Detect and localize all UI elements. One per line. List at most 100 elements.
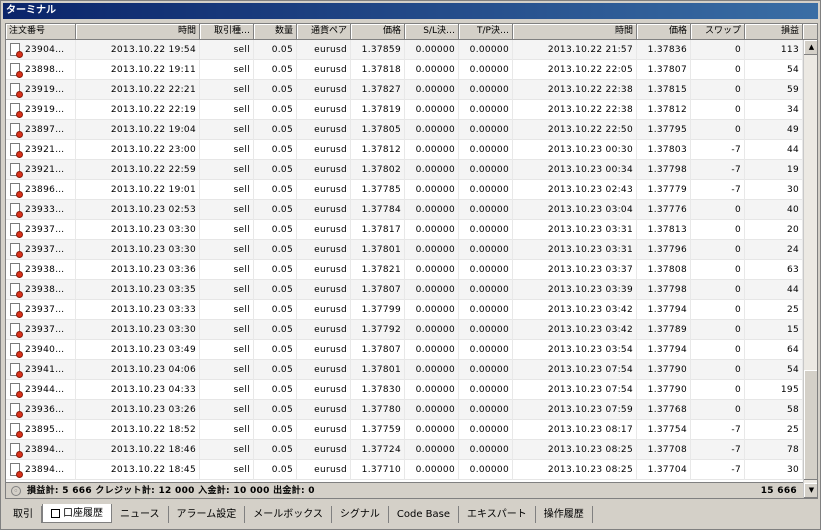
cell-value: 23941… (25, 365, 65, 375)
table-row[interactable]: 23941… 2013.10.23 04:06 sell 0.05 eurusd 1.37… (6, 360, 803, 380)
cell-open_time: 2013.10.22 23:00 (76, 140, 200, 160)
cell-symbol: eurusd (297, 40, 351, 60)
cell-value: 1.37830 (361, 385, 401, 395)
column-header-price[interactable]: 価格 (351, 24, 405, 40)
table-row[interactable]: 23904… 2013.10.22 19:54 sell 0.05 eurusd 1.37… (6, 40, 803, 60)
cell-profit: 54 (745, 360, 803, 380)
column-header-profit[interactable]: 損益 (745, 24, 803, 40)
cell-value: 0.00000 (469, 385, 509, 395)
cell-value: 0.00000 (415, 445, 455, 455)
cell-size: 0.05 (254, 440, 297, 460)
tab-0[interactable]: 取引 (5, 506, 42, 523)
table-row[interactable]: 23940… 2013.10.23 03:49 sell 0.05 eurusd 1.37… (6, 340, 803, 360)
cell-value: 1.37779 (647, 185, 687, 195)
cell-price: 1.37802 (351, 160, 405, 180)
cell-open_time: 2013.10.23 03:49 (76, 340, 200, 360)
closed-order-icon (10, 463, 23, 478)
table-row[interactable]: 23894… 2013.10.22 18:45 sell 0.05 eurusd 1.37… (6, 460, 803, 480)
scroll-down-button[interactable]: ▼ (804, 483, 817, 498)
cell-value: sell (233, 245, 250, 255)
table-row[interactable]: 23936… 2013.10.23 03:26 sell 0.05 eurusd 1.37… (6, 400, 803, 420)
tab-1[interactable]: 口座履歴 (42, 504, 112, 523)
cell-sl: 0.00000 (405, 280, 459, 300)
tab-label: 取引 (13, 509, 33, 520)
cell-value: 0 (734, 285, 741, 295)
table-row[interactable]: 23937… 2013.10.23 03:30 sell 0.05 eurusd 1.37… (6, 320, 803, 340)
cell-open_time: 2013.10.23 02:53 (76, 200, 200, 220)
table-row[interactable]: 23933… 2013.10.23 02:53 sell 0.05 eurusd 1.37… (6, 200, 803, 220)
cell-open_time: 2013.10.22 19:54 (76, 40, 200, 60)
column-header-symbol[interactable]: 通貨ペア (297, 24, 351, 40)
column-header-close_price[interactable]: 価格 (637, 24, 691, 40)
scroll-up-button[interactable]: ▲ (804, 40, 817, 55)
column-header-ticket[interactable]: 注文番号 (6, 24, 76, 40)
column-header-open_time[interactable]: 時間 (76, 24, 200, 40)
table-row[interactable]: 23938… 2013.10.23 03:35 sell 0.05 eurusd 1.37… (6, 280, 803, 300)
cell-open_time: 2013.10.22 18:52 (76, 420, 200, 440)
tab-3[interactable]: アラーム設定 (169, 506, 246, 523)
cell-value: 2013.10.23 03:36 (110, 265, 196, 275)
cell-value: 1.37815 (647, 85, 687, 95)
cell-value: 0.00000 (469, 405, 509, 415)
table-row[interactable]: 23921… 2013.10.22 22:59 sell 0.05 eurusd 1.37… (6, 160, 803, 180)
table-row[interactable]: 23894… 2013.10.22 18:46 sell 0.05 eurusd 1.37… (6, 440, 803, 460)
cell-price: 1.37859 (351, 40, 405, 60)
table-row[interactable]: 23895… 2013.10.22 18:52 sell 0.05 eurusd 1.37… (6, 420, 803, 440)
tab-8[interactable]: 操作履歴 (536, 506, 593, 523)
cell-value: 0.00000 (469, 245, 509, 255)
tab-4[interactable]: メールボックス (245, 506, 332, 523)
cell-value: 64 (786, 345, 799, 355)
cell-value: 2013.10.22 22:59 (110, 165, 196, 175)
cell-ticket: 23898… (6, 60, 76, 80)
column-header-sl[interactable]: S/L決… (405, 24, 459, 40)
table-row[interactable]: 23919… 2013.10.22 22:21 sell 0.05 eurusd 1.37… (6, 80, 803, 100)
cell-profit: 59 (745, 80, 803, 100)
cell-value: 0 (734, 305, 741, 315)
tab-7[interactable]: エキスパート (459, 506, 536, 523)
column-header-tp[interactable]: T/P決… (459, 24, 513, 40)
table-row[interactable]: 23938… 2013.10.23 03:36 sell 0.05 eurusd 1.37… (6, 260, 803, 280)
cell-value: 2013.10.22 22:05 (547, 65, 633, 75)
cell-value: 0.00000 (415, 245, 455, 255)
tab-5[interactable]: シグナル (332, 506, 389, 523)
column-header-swap[interactable]: スワップ (691, 24, 745, 40)
scroll-thumb[interactable] (804, 370, 817, 480)
cell-ticket: 23933… (6, 200, 76, 220)
cell-ticket: 23896… (6, 180, 76, 200)
table-row[interactable]: 23896… 2013.10.22 19:01 sell 0.05 eurusd 1.37… (6, 180, 803, 200)
cell-value: eurusd (314, 205, 347, 215)
table-row[interactable]: 23921… 2013.10.22 23:00 sell 0.05 eurusd 1.37… (6, 140, 803, 160)
cell-ticket: 23940… (6, 340, 76, 360)
cell-symbol: eurusd (297, 460, 351, 480)
cell-value: 0.05 (271, 385, 293, 395)
window-title: ターミナル (3, 3, 818, 19)
cell-swap: 0 (691, 360, 745, 380)
cell-sl: 0.00000 (405, 240, 459, 260)
cell-price: 1.37812 (351, 140, 405, 160)
cell-value: eurusd (314, 405, 347, 415)
cell-value: 34 (786, 105, 799, 115)
column-header-close_time[interactable]: 時間 △ (513, 24, 637, 40)
table-row[interactable]: 23937… 2013.10.23 03:33 sell 0.05 eurusd 1.37… (6, 300, 803, 320)
tab-2[interactable]: ニュース (112, 506, 169, 523)
table-row[interactable]: 23937… 2013.10.23 03:30 sell 0.05 eurusd 1.37… (6, 240, 803, 260)
cell-close_time: 2013.10.22 22:38 (513, 80, 637, 100)
table-row[interactable]: 23919… 2013.10.22 22:19 sell 0.05 eurusd 1.37… (6, 100, 803, 120)
cell-tp: 0.00000 (459, 400, 513, 420)
cell-value: 1.37798 (647, 165, 687, 175)
table-row[interactable]: 23944… 2013.10.23 04:33 sell 0.05 eurusd 1.37… (6, 380, 803, 400)
cell-close_time: 2013.10.23 03:31 (513, 220, 637, 240)
closed-order-icon (10, 443, 23, 458)
cell-value: 1.37818 (361, 65, 401, 75)
column-header-type[interactable]: 取引種… (200, 24, 254, 40)
cell-value: sell (233, 285, 250, 295)
tab-6[interactable]: Code Base (389, 506, 460, 523)
cell-value: sell (233, 325, 250, 335)
cell-value: eurusd (314, 305, 347, 315)
column-header-size[interactable]: 数量 (254, 24, 297, 40)
table-row[interactable]: 23937… 2013.10.23 03:30 sell 0.05 eurusd 1.37… (6, 220, 803, 240)
table-row[interactable]: 23898… 2013.10.22 19:11 sell 0.05 eurusd 1.37… (6, 60, 803, 80)
vertical-scrollbar[interactable]: ▲ ▼ (803, 40, 817, 498)
cell-price: 1.37818 (351, 60, 405, 80)
table-row[interactable]: 23897… 2013.10.22 19:04 sell 0.05 eurusd 1.37… (6, 120, 803, 140)
